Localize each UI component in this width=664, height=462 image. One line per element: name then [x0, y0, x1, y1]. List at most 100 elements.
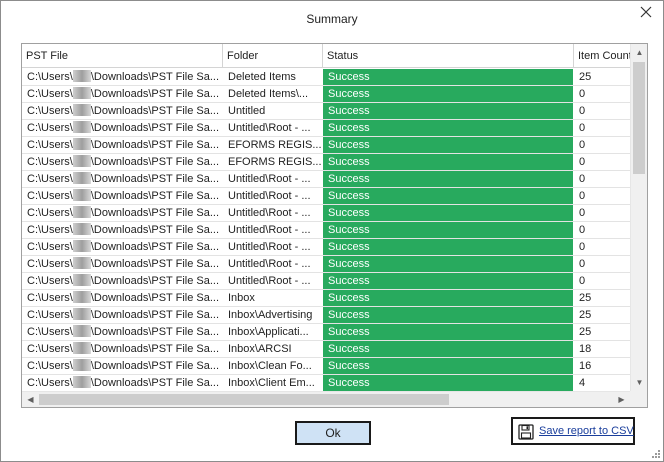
- redacted-username: [72, 104, 91, 116]
- cell-item-count: 0: [579, 173, 586, 185]
- pst-path-suffix: \Downloads\PST File Sa...: [90, 275, 220, 287]
- cell-status: Success: [323, 205, 573, 221]
- redacted-username: [72, 70, 91, 82]
- table-row[interactable]: C:\Users\ \Downloads\PST File Sa... Delete…: [22, 69, 630, 86]
- cell-status: Success: [323, 137, 573, 153]
- cell-pst-file: C:\Users\ \Downloads\PST File Sa...: [22, 307, 222, 323]
- cell-pst-file: C:\Users\ \Downloads\PST File Sa...: [22, 256, 222, 272]
- ok-button[interactable]: Ok: [295, 421, 371, 445]
- cell-item-count: 18: [579, 343, 592, 355]
- cell-pst-file: C:\Users\ \Downloads\PST File Sa...: [22, 222, 222, 238]
- cell-pst-file: C:\Users\ \Downloads\PST File Sa...: [22, 188, 222, 204]
- redacted-username: [72, 138, 91, 150]
- close-icon[interactable]: [639, 5, 653, 19]
- scroll-left-icon[interactable]: ◀: [22, 392, 39, 407]
- redacted-username: [72, 189, 91, 201]
- cell-pst-file: C:\Users\ \Downloads\PST File Sa...: [22, 205, 222, 221]
- pst-path-prefix: C:\Users\: [27, 173, 73, 185]
- horizontal-scroll-thumb[interactable]: [39, 394, 449, 405]
- table-row[interactable]: C:\Users\ \Downloads\PST File Sa... Untitl…: [22, 171, 630, 188]
- table-row[interactable]: C:\Users\ \Downloads\PST File Sa... Untitl…: [22, 120, 630, 137]
- scroll-right-icon[interactable]: ▶: [613, 392, 630, 407]
- table-row[interactable]: C:\Users\ \Downloads\PST File Sa... Untitl…: [22, 239, 630, 256]
- pst-path-suffix: \Downloads\PST File Sa...: [90, 343, 220, 355]
- cell-folder: Deleted Items\...: [228, 88, 309, 100]
- table-row[interactable]: C:\Users\ \Downloads\PST File Sa... Inbox\…: [22, 358, 630, 375]
- pst-path-suffix: \Downloads\PST File Sa...: [90, 360, 220, 372]
- table-row[interactable]: C:\Users\ \Downloads\PST File Sa... EFORMS…: [22, 154, 630, 171]
- table-row[interactable]: C:\Users\ \Downloads\PST File Sa... Inbox\…: [22, 375, 630, 391]
- cell-pst-file: C:\Users\ \Downloads\PST File Sa...: [22, 324, 222, 340]
- pst-path-prefix: C:\Users\: [27, 326, 73, 338]
- cell-item-count: 25: [579, 71, 592, 83]
- cell-status: Success: [323, 188, 573, 204]
- redacted-username: [72, 223, 91, 235]
- pst-path-suffix: \Downloads\PST File Sa...: [90, 326, 220, 338]
- cell-pst-file: C:\Users\ \Downloads\PST File Sa...: [22, 69, 222, 85]
- redacted-username: [72, 325, 91, 337]
- cell-item-count: 0: [579, 105, 586, 117]
- column-header-folder[interactable]: Folder: [223, 44, 323, 68]
- vertical-scrollbar[interactable]: ▲ ▼: [630, 44, 647, 391]
- cell-folder: Inbox\ARCSI: [228, 343, 292, 355]
- cell-status: Success: [323, 256, 573, 272]
- table-row[interactable]: C:\Users\ \Downloads\PST File Sa... Untitl…: [22, 273, 630, 290]
- table-row[interactable]: C:\Users\ \Downloads\PST File Sa... Untitl…: [22, 222, 630, 239]
- table-row[interactable]: C:\Users\ \Downloads\PST File Sa... Inbox S…: [22, 290, 630, 307]
- cell-folder: Untitled\Root - ...: [228, 258, 311, 270]
- cell-folder: Inbox\Advertising: [228, 309, 313, 321]
- table-row[interactable]: C:\Users\ \Downloads\PST File Sa... Inbox\…: [22, 307, 630, 324]
- cell-folder: Inbox\Client Em...: [228, 377, 315, 389]
- save-report-button[interactable]: Save report to CSV: [511, 417, 635, 445]
- cell-item-count: 0: [579, 275, 586, 287]
- cell-folder: Inbox\Applicati...: [228, 326, 309, 338]
- cell-status: Success: [323, 307, 573, 323]
- scrollbar-corner: [630, 391, 647, 407]
- cell-folder: EFORMS REGIS...: [228, 156, 322, 168]
- pst-path-prefix: C:\Users\: [27, 343, 73, 355]
- column-header-status[interactable]: Status: [323, 44, 574, 68]
- pst-path-suffix: \Downloads\PST File Sa...: [90, 292, 220, 304]
- pst-path-prefix: C:\Users\: [27, 258, 73, 270]
- pst-path-prefix: C:\Users\: [27, 156, 73, 168]
- table-row[interactable]: C:\Users\ \Downloads\PST File Sa... Untitl…: [22, 103, 630, 120]
- cell-folder: Untitled: [228, 105, 266, 117]
- cell-item-count: 0: [579, 88, 586, 100]
- cell-status: Success: [323, 375, 573, 391]
- pst-path-prefix: C:\Users\: [27, 377, 73, 389]
- pst-path-prefix: C:\Users\: [27, 105, 73, 117]
- cell-pst-file: C:\Users\ \Downloads\PST File Sa...: [22, 375, 222, 391]
- scroll-up-icon[interactable]: ▲: [631, 44, 647, 61]
- table-row[interactable]: C:\Users\ \Downloads\PST File Sa... Inbox\…: [22, 341, 630, 358]
- horizontal-scrollbar[interactable]: ◀ ▶: [22, 391, 630, 407]
- cell-folder: Untitled\Root - ...: [228, 173, 311, 185]
- redacted-username: [72, 342, 91, 354]
- vertical-scroll-thumb[interactable]: [633, 62, 645, 174]
- cell-status: Success: [323, 171, 573, 187]
- table-row[interactable]: C:\Users\ \Downloads\PST File Sa... EFORMS…: [22, 137, 630, 154]
- cell-folder: Untitled\Root - ...: [228, 241, 311, 253]
- cell-pst-file: C:\Users\ \Downloads\PST File Sa...: [22, 171, 222, 187]
- pst-path-suffix: \Downloads\PST File Sa...: [90, 309, 220, 321]
- table-row[interactable]: C:\Users\ \Downloads\PST File Sa... Delete…: [22, 86, 630, 103]
- resize-grip-icon[interactable]: [651, 449, 661, 459]
- cell-status: Success: [323, 290, 573, 306]
- redacted-username: [72, 257, 91, 269]
- pst-path-prefix: C:\Users\: [27, 292, 73, 304]
- redacted-username: [72, 155, 91, 167]
- table-row[interactable]: C:\Users\ \Downloads\PST File Sa... Untitl…: [22, 188, 630, 205]
- cell-folder: Untitled\Root - ...: [228, 275, 311, 287]
- table-body: C:\Users\ \Downloads\PST File Sa... Delete…: [22, 69, 630, 391]
- table-row[interactable]: C:\Users\ \Downloads\PST File Sa... Untitl…: [22, 205, 630, 222]
- column-header-item-count[interactable]: Item Count: [574, 44, 630, 68]
- table-row[interactable]: C:\Users\ \Downloads\PST File Sa... Untitl…: [22, 256, 630, 273]
- cell-folder: EFORMS REGIS...: [228, 139, 322, 151]
- floppy-disk-icon: [518, 424, 534, 440]
- pst-path-suffix: \Downloads\PST File Sa...: [90, 190, 220, 202]
- column-header-pst-file[interactable]: PST File: [22, 44, 223, 68]
- cell-item-count: 4: [579, 377, 586, 389]
- cell-item-count: 0: [579, 122, 586, 134]
- cell-item-count: 0: [579, 156, 586, 168]
- scroll-down-icon[interactable]: ▼: [631, 374, 647, 391]
- table-row[interactable]: C:\Users\ \Downloads\PST File Sa... Inbox\…: [22, 324, 630, 341]
